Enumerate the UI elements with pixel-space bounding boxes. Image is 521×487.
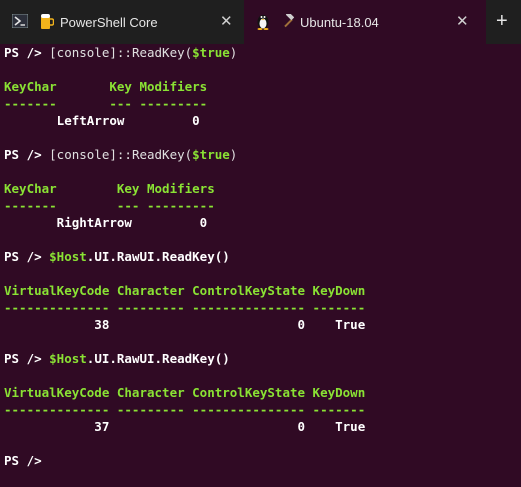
terminal-text: 37 0 True	[4, 419, 366, 434]
terminal-output[interactable]: PS /> [console]::ReadKey($true) KeyChar K…	[4, 44, 520, 487]
terminal-text: .UI.RawUI.ReadKey()	[86, 351, 230, 366]
powershell-icon	[12, 14, 28, 28]
terminal-text: PS />	[4, 45, 50, 60]
tab-title: Ubuntu-18.04	[300, 15, 379, 30]
terminal-line: LeftArrow 0	[4, 112, 520, 129]
terminal-line: RightArrow 0	[4, 214, 520, 231]
terminal-text: [console]::ReadKey(	[49, 147, 193, 162]
terminal-text: VirtualKeyCode Character ControlKeyState…	[4, 283, 366, 298]
terminal-line: PS /> $Host.UI.RawUI.ReadKey()	[4, 350, 520, 367]
terminal-line: ------- --- ---------	[4, 197, 520, 214]
terminal-line: 38 0 True	[4, 316, 520, 333]
terminal-line: -------------- --------- ---------------…	[4, 299, 520, 316]
close-icon[interactable]: ✕	[456, 12, 469, 30]
beer-icon	[41, 14, 54, 29]
terminal-text: PS />	[4, 351, 50, 366]
terminal-text: $Host	[49, 249, 87, 264]
tab-title: PowerShell Core	[60, 15, 158, 30]
terminal-line: -------------- --------- ---------------…	[4, 401, 520, 418]
terminal-line: PS /> [console]::ReadKey($true)	[4, 44, 520, 61]
tux-icon	[257, 15, 269, 30]
terminal-text: )	[229, 45, 238, 60]
close-icon[interactable]: ✕	[220, 12, 233, 30]
terminal-text: PS />	[4, 249, 50, 264]
new-tab-button[interactable]: +	[496, 10, 516, 32]
terminal-text: $true	[192, 147, 230, 162]
terminal-line: PS />	[4, 452, 520, 469]
terminal-text: PS />	[4, 453, 50, 468]
terminal-line: PS /> $Host.UI.RawUI.ReadKey()	[4, 248, 520, 265]
terminal-text: ------- --- ---------	[4, 198, 215, 213]
terminal-text: [console]::ReadKey(	[49, 45, 193, 60]
terminal-text: )	[229, 147, 238, 162]
tab-bar: PowerShell Core ✕ Ubuntu-18.04 ✕ +	[0, 0, 521, 44]
tab-ubuntu[interactable]: Ubuntu-18.04 ✕	[244, 0, 486, 44]
terminal-text: .UI.RawUI.ReadKey()	[86, 249, 230, 264]
terminal-line: VirtualKeyCode Character ControlKeyState…	[4, 282, 520, 299]
terminal-text: KeyChar Key Modifiers	[4, 181, 215, 196]
terminal-text: KeyChar Key Modifiers	[4, 79, 208, 94]
terminal-line: PS /> [console]::ReadKey($true)	[4, 146, 520, 163]
terminal-text: -------------- --------- ---------------…	[4, 300, 366, 315]
terminal-text: RightArrow 0	[4, 215, 208, 230]
terminal-line: KeyChar Key Modifiers	[4, 78, 520, 95]
terminal-text: $true	[192, 45, 230, 60]
terminal-text: PS />	[4, 147, 50, 162]
terminal-text: $Host	[49, 351, 87, 366]
hammer-icon	[284, 14, 295, 28]
terminal-line: KeyChar Key Modifiers	[4, 180, 520, 197]
terminal-text: LeftArrow 0	[4, 113, 200, 128]
terminal-line: ------- --- ---------	[4, 95, 520, 112]
terminal-line: 37 0 True	[4, 418, 520, 435]
terminal-text: 38 0 True	[4, 317, 366, 332]
terminal-text: VirtualKeyCode Character ControlKeyState…	[4, 385, 366, 400]
tab-powershell-core[interactable]: PowerShell Core ✕	[0, 0, 244, 44]
terminal-text: ------- --- ---------	[4, 96, 208, 111]
terminal-text: -------------- --------- ---------------…	[4, 402, 366, 417]
terminal-line: VirtualKeyCode Character ControlKeyState…	[4, 384, 520, 401]
